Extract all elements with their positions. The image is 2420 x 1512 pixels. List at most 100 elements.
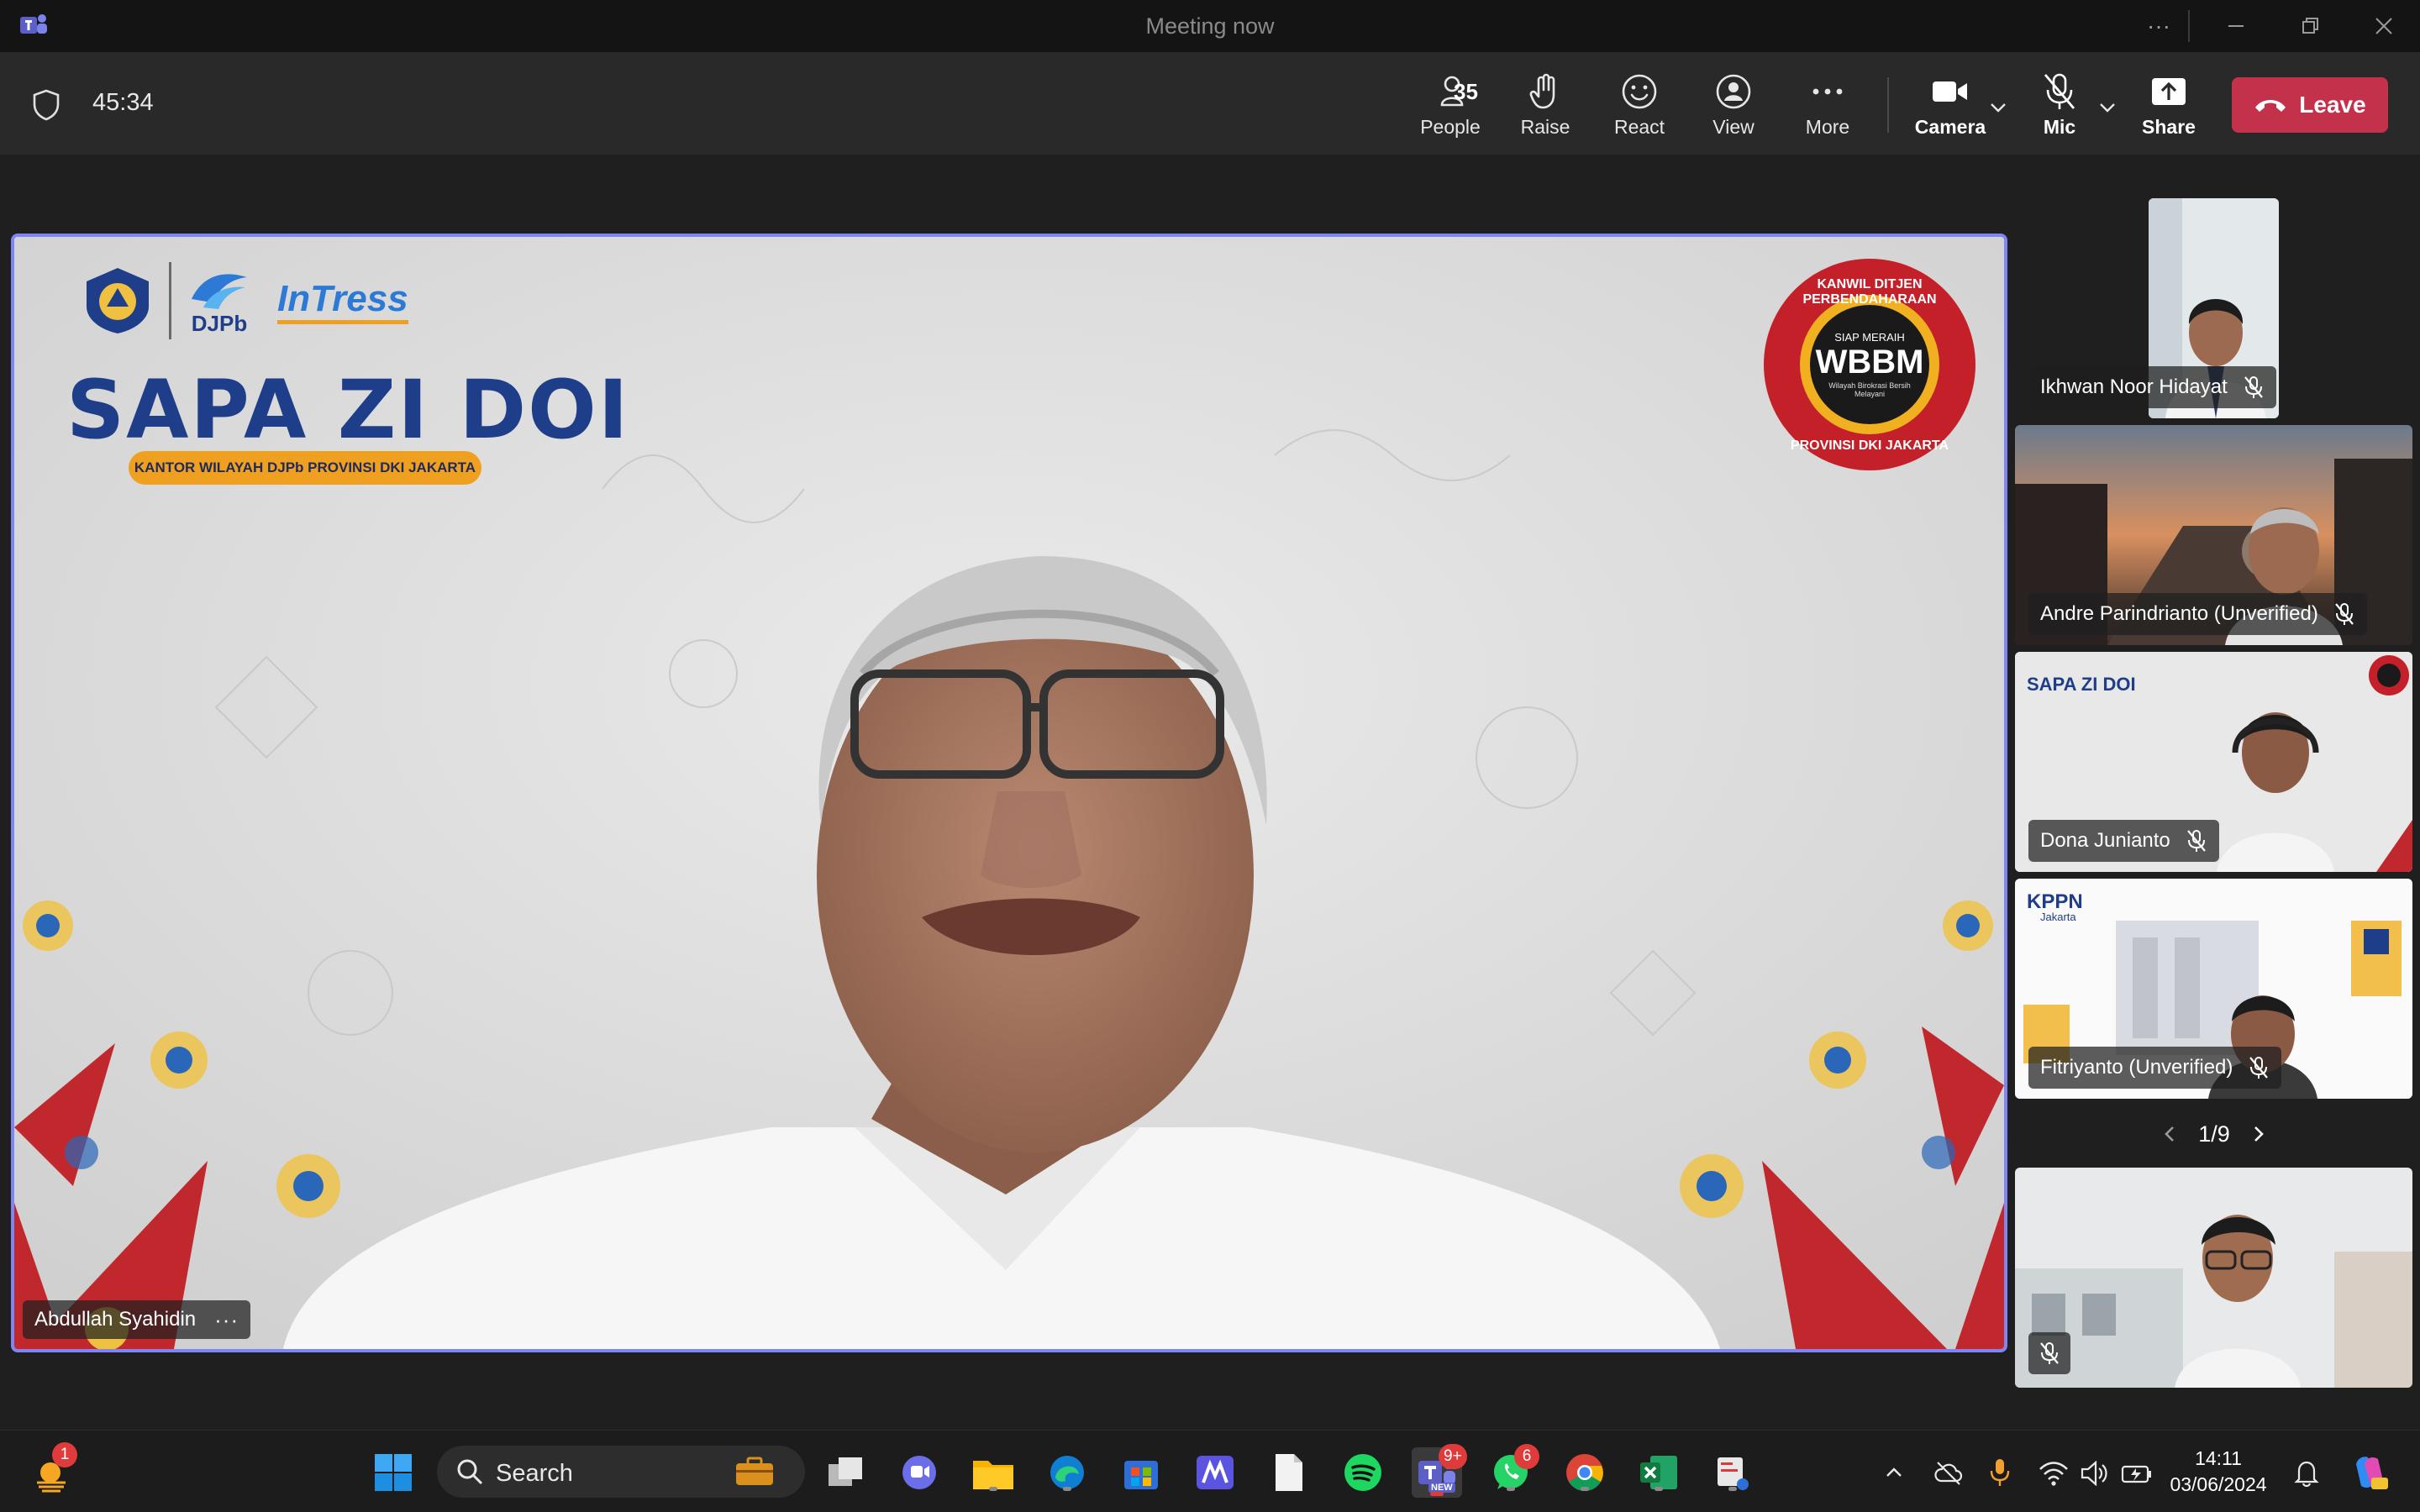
weather-widget[interactable]: 1 <box>27 1442 77 1498</box>
djpb-logo: DJPb <box>187 265 252 337</box>
wifi-icon[interactable] <box>2039 1461 2069 1486</box>
mic-off-icon <box>2040 1342 2059 1364</box>
snipping-tool-button[interactable] <box>1707 1447 1758 1498</box>
speaker-icon[interactable] <box>2081 1461 2109 1486</box>
camera-button[interactable]: Camera <box>1908 71 1992 141</box>
chrome-button[interactable] <box>1560 1447 1610 1498</box>
react-button[interactable]: React <box>1597 71 1681 141</box>
mic-label: Mic <box>2043 116 2076 138</box>
minimize-icon <box>2228 25 2244 27</box>
store-button[interactable] <box>1116 1447 1166 1498</box>
notification-bell-icon[interactable] <box>2294 1459 2319 1488</box>
logo-divider <box>169 262 171 339</box>
close-icon <box>2375 18 2392 34</box>
weather-badge: 1 <box>52 1442 77 1467</box>
battery-charging-icon[interactable] <box>2121 1461 2154 1486</box>
ellipsis-icon <box>1812 88 1843 95</box>
notepad-button[interactable] <box>1264 1447 1314 1498</box>
m-app-icon <box>1197 1456 1234 1489</box>
participant-name-tag-2: Andre Parindrianto (Unverified) <box>2028 593 2367 635</box>
background-logos: DJPb InTress <box>82 262 408 339</box>
leave-label: Leave <box>2299 92 2366 118</box>
titlebar-divider <box>2188 10 2190 42</box>
chat-icon <box>902 1456 936 1489</box>
search-highlight-icon <box>736 1457 773 1485</box>
view-label: View <box>1712 116 1754 138</box>
share-button[interactable]: Share <box>2127 71 2211 141</box>
clock-date: 03/06/2024 <box>2170 1473 2267 1495</box>
mic-off-icon <box>2186 830 2206 852</box>
share-icon <box>2152 78 2186 105</box>
system-clock[interactable]: 14:11 03/06/2024 <box>2168 1446 2269 1498</box>
minimize-button[interactable] <box>2198 0 2274 52</box>
more-options-button[interactable]: ··· <box>2121 0 2196 52</box>
start-button[interactable] <box>368 1447 418 1498</box>
running-indicator <box>1728 1487 1737 1491</box>
participant-name-tag-3: Dona Junianto <box>2028 820 2219 862</box>
wbbm-seal-top-text: KANWIL DITJEN PERBENDAHARAAN <box>1802 277 1937 307</box>
shield-icon[interactable] <box>32 89 60 121</box>
running-indicator <box>1063 1487 1071 1491</box>
kanwil-subtitle: KANTOR WILAYAH DJPb PROVINSI DKI JAKARTA <box>129 451 481 485</box>
whatsapp-badge: 6 <box>1514 1444 1539 1469</box>
meeting-toolbar: 45:34 People 35 Raise React View More Ca… <box>0 52 2420 155</box>
leave-button[interactable]: Leave <box>2232 77 2388 133</box>
people-label: People <box>1420 116 1481 138</box>
mic-options-chevron-icon[interactable] <box>2096 96 2119 119</box>
window-title: Meeting now <box>1145 13 1275 39</box>
store-icon <box>1124 1461 1158 1489</box>
mic-button[interactable]: Mic <box>2018 71 2102 141</box>
participant-name: Fitriyanto (Unverified) <box>2040 1056 2233 1079</box>
wbbm-seal-bottom-text: PROVINSI DKI JAKARTA <box>1790 438 1949 453</box>
raise-label: Raise <box>1520 116 1570 138</box>
folder-icon <box>973 1461 1013 1489</box>
edge-button[interactable] <box>1042 1447 1092 1498</box>
speaker-name-tag: Abdullah Syahidin ··· <box>23 1300 251 1339</box>
clock-time: 14:11 <box>2195 1447 2242 1469</box>
smiley-icon <box>1622 74 1657 109</box>
taskbar-search[interactable]: Search <box>437 1446 805 1498</box>
chevron-left-icon[interactable] <box>2160 1122 2180 1146</box>
raise-hand-button[interactable]: Raise <box>1503 71 1587 141</box>
copilot-icon[interactable] <box>2349 1452 2390 1493</box>
self-view-tile[interactable] <box>2015 1168 2412 1388</box>
view-button[interactable]: View <box>1691 71 1776 141</box>
teams-chat-button[interactable] <box>894 1447 944 1498</box>
task-view-button[interactable] <box>820 1447 871 1498</box>
djpb-logo-text: DJPb <box>191 310 248 336</box>
chevron-right-icon[interactable] <box>2249 1122 2269 1146</box>
participant-name-tag-4: Fitriyanto (Unverified) <box>2028 1047 2282 1089</box>
excel-button[interactable] <box>1634 1447 1684 1498</box>
app-button[interactable] <box>1190 1447 1240 1498</box>
chevron-up-icon[interactable] <box>1882 1461 1906 1484</box>
pager-label: 1/9 <box>2198 1121 2230 1147</box>
phone-hangup-icon <box>2255 100 2286 112</box>
main-speaker-video[interactable]: DJPb InTress SAPA ZI DOI KANTOR WILAYAH … <box>11 234 2007 1352</box>
whatsapp-button[interactable]: 6 <box>1486 1444 1539 1498</box>
microphone-icon[interactable] <box>1988 1457 2012 1488</box>
close-button[interactable] <box>2346 0 2420 52</box>
participant-name: Ikhwan Noor Hidayat <box>2040 375 2228 398</box>
restore-button[interactable] <box>2272 0 2348 52</box>
title-bar: Meeting now ··· <box>0 0 2420 52</box>
task-view-icon <box>829 1457 862 1486</box>
people-button[interactable]: People <box>1408 71 1492 141</box>
wbbm-seal: KANWIL DITJEN PERBENDAHARAAN PROVINSI DK… <box>1764 259 1975 470</box>
self-view-video <box>2015 1168 2412 1388</box>
mic-off-icon <box>2044 73 2075 109</box>
cloud-off-icon[interactable] <box>1934 1459 1963 1488</box>
teams-button[interactable]: 9+ NEW <box>1412 1444 1467 1498</box>
running-indicator <box>1430 1492 1444 1496</box>
camera-icon <box>1933 81 1967 102</box>
people-count-badge: 35 <box>1454 79 1478 104</box>
spotify-button[interactable] <box>1338 1447 1388 1498</box>
view-icon <box>1716 74 1751 109</box>
speaker-more-options-icon[interactable]: ··· <box>214 1307 239 1333</box>
sapa-zi-doi-title: SAPA ZI DOI <box>66 363 630 457</box>
more-actions-button[interactable]: More <box>1786 71 1870 141</box>
participant-name-tag-1: Ikhwan Noor Hidayat <box>2028 366 2276 408</box>
toolbar-divider <box>1887 77 1889 133</box>
file-explorer-button[interactable] <box>968 1447 1018 1498</box>
djpb-bird-icon <box>192 273 247 309</box>
camera-options-chevron-icon[interactable] <box>1986 96 2010 119</box>
